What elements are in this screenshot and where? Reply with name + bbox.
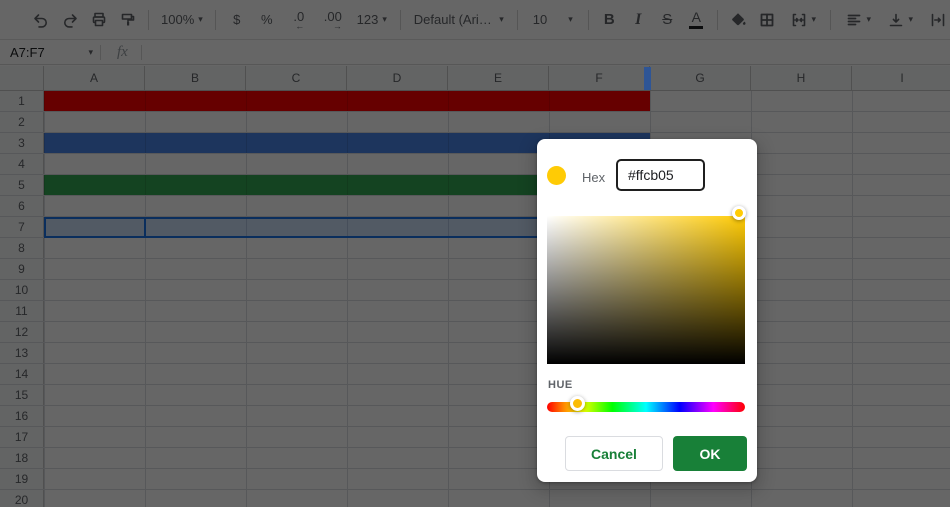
- color-swatch: [547, 166, 566, 185]
- modal-overlay[interactable]: [0, 0, 950, 507]
- hue-label: HUE: [548, 379, 573, 391]
- saturation-handle[interactable]: [732, 206, 746, 220]
- ok-button[interactable]: OK: [673, 436, 747, 471]
- saturation-area[interactable]: [547, 216, 745, 364]
- sheets-app: 100% ▾ $ % .0 ← .00 → 123 ▾ Defaul: [0, 0, 950, 507]
- custom-color-dialog: Hex HUE Cancel OK: [537, 139, 757, 482]
- cancel-button[interactable]: Cancel: [565, 436, 663, 471]
- hex-label: Hex: [582, 170, 605, 185]
- hex-input[interactable]: [616, 159, 705, 191]
- column-f-selection-strip: [644, 67, 651, 90]
- hue-handle[interactable]: [570, 396, 585, 411]
